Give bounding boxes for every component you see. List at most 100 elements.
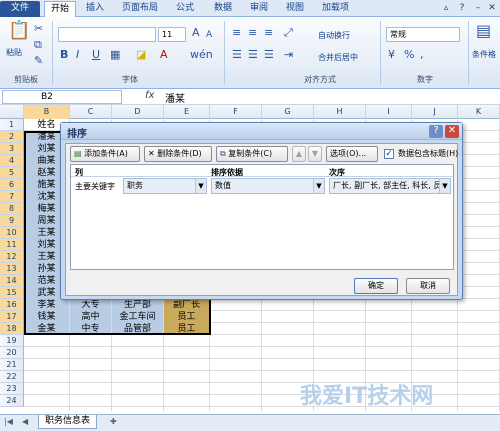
close-window-icon[interactable]: ✕: [486, 3, 498, 14]
tab-review[interactable]: 审阅: [244, 1, 274, 17]
row-header-1[interactable]: 1: [0, 119, 24, 131]
tab-addins[interactable]: 加载项: [316, 1, 355, 17]
border-icon[interactable]: ▦: [110, 49, 120, 61]
shrink-font-icon[interactable]: A: [206, 29, 212, 41]
row-header-17[interactable]: 17: [0, 311, 24, 323]
row-header-2[interactable]: 2: [0, 131, 24, 143]
percent-icon[interactable]: %: [404, 49, 414, 61]
row-header-8[interactable]: 8: [0, 203, 24, 215]
add-level-button[interactable]: ▤ 添加条件(A): [70, 146, 140, 162]
align-bottom-icon[interactable]: ≡: [264, 27, 273, 39]
ok-button[interactable]: 确定: [354, 278, 398, 294]
row-header-10[interactable]: 10: [0, 227, 24, 239]
cell-d17[interactable]: 金工车间: [112, 311, 163, 323]
row-header-13[interactable]: 13: [0, 263, 24, 275]
align-middle-icon[interactable]: ≡: [248, 27, 257, 39]
indent-icon[interactable]: ⇥: [284, 49, 293, 61]
cell-e17[interactable]: 员工: [164, 311, 209, 323]
prev-sheet-icon[interactable]: ◀: [22, 417, 28, 426]
cell-c18[interactable]: 中专: [70, 323, 111, 335]
row-header-21[interactable]: 21: [0, 359, 24, 371]
fill-color-icon[interactable]: ◪: [136, 49, 146, 61]
row-header-14[interactable]: 14: [0, 275, 24, 287]
cell-e18[interactable]: 员工: [164, 323, 209, 335]
options-button[interactable]: 选项(O)...: [326, 146, 378, 162]
font-size-combo[interactable]: 11: [158, 27, 186, 42]
column-select[interactable]: 职务 ▼: [123, 178, 207, 194]
header-checkbox[interactable]: ✓: [384, 149, 394, 159]
phonetic-icon[interactable]: wén: [190, 49, 213, 61]
merge-center-button[interactable]: 合并后居中: [318, 52, 358, 63]
align-right-icon[interactable]: ☰: [264, 49, 274, 61]
grow-font-icon[interactable]: A: [192, 27, 200, 39]
row-header-16[interactable]: 16: [0, 299, 24, 311]
align-top-icon[interactable]: ≡: [232, 27, 241, 39]
row-header-6[interactable]: 6: [0, 179, 24, 191]
copy-icon[interactable]: ⧉: [34, 39, 42, 51]
italic-button[interactable]: I: [76, 49, 79, 61]
row-header-4[interactable]: 4: [0, 155, 24, 167]
comma-style-icon[interactable]: ,: [420, 49, 424, 61]
cell-c17[interactable]: 高中: [70, 311, 111, 323]
tab-insert[interactable]: 插入: [80, 1, 110, 17]
cut-icon[interactable]: ✂: [34, 23, 43, 35]
col-header-f[interactable]: F: [210, 105, 262, 119]
row-header-5[interactable]: 5: [0, 167, 24, 179]
conditional-format-button[interactable]: 条件格: [472, 49, 500, 60]
dialog-close-button[interactable]: ✕: [445, 125, 459, 138]
orientation-icon[interactable]: ⤢: [284, 27, 293, 39]
tab-home[interactable]: 开始: [44, 1, 77, 17]
wrap-text-button[interactable]: 自动换行: [318, 30, 350, 41]
paste-button[interactable]: 粘贴: [6, 47, 22, 58]
tab-data[interactable]: 数据: [208, 1, 238, 17]
row-header-7[interactable]: 7: [0, 191, 24, 203]
tab-page-layout[interactable]: 页面布局: [116, 1, 164, 17]
row-header-19[interactable]: 19: [0, 335, 24, 347]
copy-level-button[interactable]: ⧉ 复制条件(C): [216, 146, 288, 162]
move-down-button[interactable]: ▼: [308, 146, 322, 162]
cancel-button[interactable]: 取消: [406, 278, 450, 294]
row-header-20[interactable]: 20: [0, 347, 24, 359]
header-checkbox-label[interactable]: 数据包含标题(H): [398, 148, 458, 159]
tab-formulas[interactable]: 公式: [170, 1, 200, 17]
row-header-3[interactable]: 3: [0, 143, 24, 155]
number-format-combo[interactable]: 常规: [386, 27, 460, 42]
bold-button[interactable]: B: [60, 49, 68, 61]
first-sheet-icon[interactable]: |◀: [4, 417, 13, 426]
name-box[interactable]: B2: [2, 90, 122, 104]
sort-on-select[interactable]: 数值 ▼: [211, 178, 325, 194]
col-header-i[interactable]: I: [366, 105, 412, 119]
row-header-9[interactable]: 9: [0, 215, 24, 227]
col-header-c[interactable]: C: [70, 105, 112, 119]
col-header-k[interactable]: K: [458, 105, 500, 119]
formula-value[interactable]: 潘某: [165, 90, 185, 105]
cell-c16[interactable]: 大专: [70, 299, 111, 311]
move-up-button[interactable]: ▲: [292, 146, 306, 162]
cell-b18[interactable]: 金某: [24, 323, 69, 335]
delete-level-button[interactable]: ✕ 删除条件(D): [144, 146, 212, 162]
row-header-24[interactable]: 24: [0, 395, 24, 407]
collapse-ribbon-icon[interactable]: ▵: [440, 3, 452, 14]
tab-file[interactable]: 文件: [0, 1, 40, 17]
row-header-18[interactable]: 18: [0, 323, 24, 335]
cell-d16[interactable]: 生产部: [112, 299, 163, 311]
format-painter-icon[interactable]: ✎: [34, 55, 43, 67]
cell-e16[interactable]: 副厂长: [164, 299, 209, 311]
select-all-corner[interactable]: [0, 105, 24, 119]
conditional-format-icon[interactable]: ▤: [476, 23, 491, 39]
cell-d18[interactable]: 品管部: [112, 323, 163, 335]
cell-b17[interactable]: 钱某: [24, 311, 69, 323]
dialog-help-button[interactable]: ?: [429, 125, 443, 138]
col-header-j[interactable]: J: [412, 105, 458, 119]
row-header-12[interactable]: 12: [0, 251, 24, 263]
col-header-h[interactable]: H: [314, 105, 366, 119]
help-icon[interactable]: ?: [456, 3, 468, 14]
sheet-tab-active[interactable]: 职务信息表: [38, 415, 98, 429]
order-select[interactable]: 厂长, 副厂长, 部主任, 科长, 员 ▼: [329, 178, 451, 194]
row-header-23[interactable]: 23: [0, 383, 24, 395]
align-left-icon[interactable]: ☰: [232, 49, 242, 61]
row-header-15[interactable]: 15: [0, 287, 24, 299]
tab-view[interactable]: 视图: [280, 1, 310, 17]
col-header-g[interactable]: G: [262, 105, 314, 119]
fx-icon[interactable]: fx: [145, 90, 154, 101]
